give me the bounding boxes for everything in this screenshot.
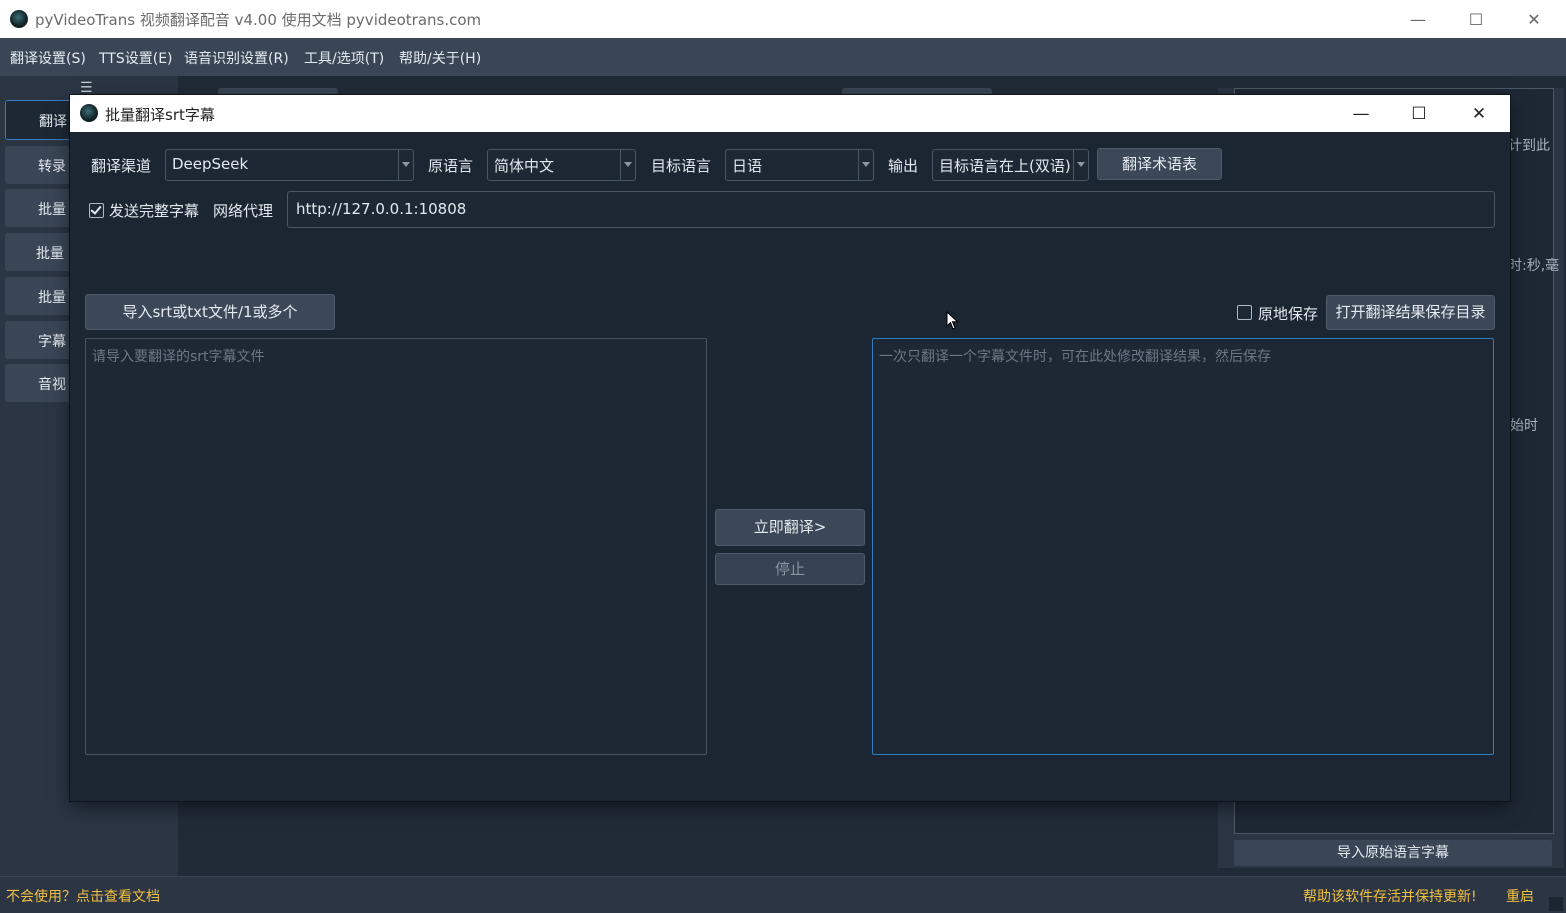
menubar: 翻译设置(S) TTS设置(E) 语音识别设置(R) 工具/选项(T) 帮助/关… bbox=[0, 38, 1566, 76]
help-doc-link[interactable]: 不会使用？点击查看文档 bbox=[6, 886, 160, 906]
chevron-down-icon bbox=[1073, 150, 1088, 180]
menu-translate-settings[interactable]: 翻译设置(S) bbox=[10, 48, 86, 68]
translate-now-button[interactable]: 立即翻译> bbox=[715, 509, 865, 546]
source-language-label: 原语言 bbox=[428, 157, 474, 175]
source-subtitle-textarea[interactable]: 请导入要翻译的srt字幕文件 bbox=[85, 338, 707, 755]
dialog-close-button[interactable]: ✕ bbox=[1450, 95, 1508, 132]
chevron-down-icon bbox=[620, 150, 635, 180]
target-language-select[interactable]: 日语 bbox=[725, 149, 874, 181]
output-label: 输出 bbox=[888, 157, 919, 175]
source-language-value: 简体中文 bbox=[494, 157, 555, 175]
main-titlebar: pyVideoTrans 视频翻译配音 v4.00 使用文档 pyvideotr… bbox=[0, 0, 1566, 38]
menu-tools[interactable]: 工具/选项(T) bbox=[304, 48, 384, 68]
right-text-1: 计到此 bbox=[1508, 138, 1550, 154]
dialog-minimize-button[interactable]: — bbox=[1332, 95, 1390, 132]
main-window-title: pyVideoTrans 视频翻译配音 v4.00 使用文档 pyvideotr… bbox=[35, 11, 482, 29]
output-value: 目标语言在上(双语) bbox=[939, 157, 1071, 175]
minimize-button[interactable]: — bbox=[1389, 0, 1447, 38]
import-original-subtitle-button[interactable]: 导入原始语言字幕 bbox=[1234, 840, 1552, 866]
result-placeholder: 一次只翻译一个字幕文件时，可在此处修改翻译结果，然后保存 bbox=[879, 349, 1271, 365]
result-subtitle-textarea[interactable]: 一次只翻译一个字幕文件时，可在此处修改翻译结果，然后保存 bbox=[872, 338, 1494, 755]
output-select[interactable]: 目标语言在上(双语) bbox=[932, 149, 1089, 181]
right-text-3: 始时 bbox=[1510, 418, 1538, 434]
app-logo-icon bbox=[10, 10, 28, 28]
target-language-label: 目标语言 bbox=[651, 157, 712, 175]
hamburger-icon[interactable]: ☰ bbox=[80, 80, 93, 96]
target-language-value: 日语 bbox=[732, 157, 763, 175]
right-text-2: 时:秒,毫 bbox=[1508, 258, 1560, 274]
menu-tts-settings[interactable]: TTS设置(E) bbox=[99, 48, 173, 68]
menu-help[interactable]: 帮助/关于(H) bbox=[399, 48, 481, 68]
resize-grip-icon[interactable] bbox=[1549, 897, 1563, 911]
chevron-down-icon bbox=[398, 150, 413, 180]
proxy-label: 网络代理 bbox=[213, 202, 274, 220]
stop-button[interactable]: 停止 bbox=[715, 553, 865, 585]
channel-label: 翻译渠道 bbox=[91, 157, 152, 175]
proxy-value: http://127.0.0.1:10808 bbox=[296, 200, 467, 218]
save-in-place-checkbox[interactable] bbox=[1237, 305, 1252, 320]
statusbar: 不会使用？点击查看文档 帮助该软件存活并保持更新! 重启 bbox=[0, 876, 1566, 913]
mouse-cursor-icon bbox=[946, 311, 959, 330]
channel-value: DeepSeek bbox=[172, 155, 249, 173]
proxy-input[interactable]: http://127.0.0.1:10808 bbox=[287, 191, 1495, 228]
dialog-titlebar: 批量翻译srt字幕 — ☐ ✕ bbox=[70, 95, 1510, 132]
send-full-subtitle-checkbox[interactable] bbox=[89, 203, 104, 218]
chevron-down-icon bbox=[858, 150, 873, 180]
source-language-select[interactable]: 简体中文 bbox=[487, 149, 636, 181]
app-logo-icon bbox=[80, 104, 98, 122]
channel-select[interactable]: DeepSeek bbox=[165, 149, 414, 181]
batch-translate-dialog: 批量翻译srt字幕 — ☐ ✕ 翻译渠道 DeepSeek 原语言 简体中文 目… bbox=[70, 95, 1510, 801]
open-result-dir-button[interactable]: 打开翻译结果保存目录 bbox=[1326, 295, 1495, 330]
source-placeholder: 请导入要翻译的srt字幕文件 bbox=[92, 349, 265, 365]
send-full-subtitle-label: 发送完整字幕 bbox=[109, 202, 200, 220]
menu-asr-settings[interactable]: 语音识别设置(R) bbox=[184, 48, 289, 68]
maximize-button[interactable]: ☐ bbox=[1447, 0, 1505, 38]
glossary-button[interactable]: 翻译术语表 bbox=[1097, 148, 1222, 180]
support-link[interactable]: 帮助该软件存活并保持更新! bbox=[1303, 886, 1477, 906]
dialog-maximize-button[interactable]: ☐ bbox=[1390, 95, 1448, 132]
import-srt-button[interactable]: 导入srt或txt文件/1或多个 bbox=[85, 294, 335, 330]
save-in-place-label: 原地保存 bbox=[1258, 305, 1319, 323]
close-button[interactable]: ✕ bbox=[1505, 0, 1563, 38]
restart-link[interactable]: 重启 bbox=[1506, 886, 1534, 906]
dialog-title: 批量翻译srt字幕 bbox=[105, 106, 215, 124]
